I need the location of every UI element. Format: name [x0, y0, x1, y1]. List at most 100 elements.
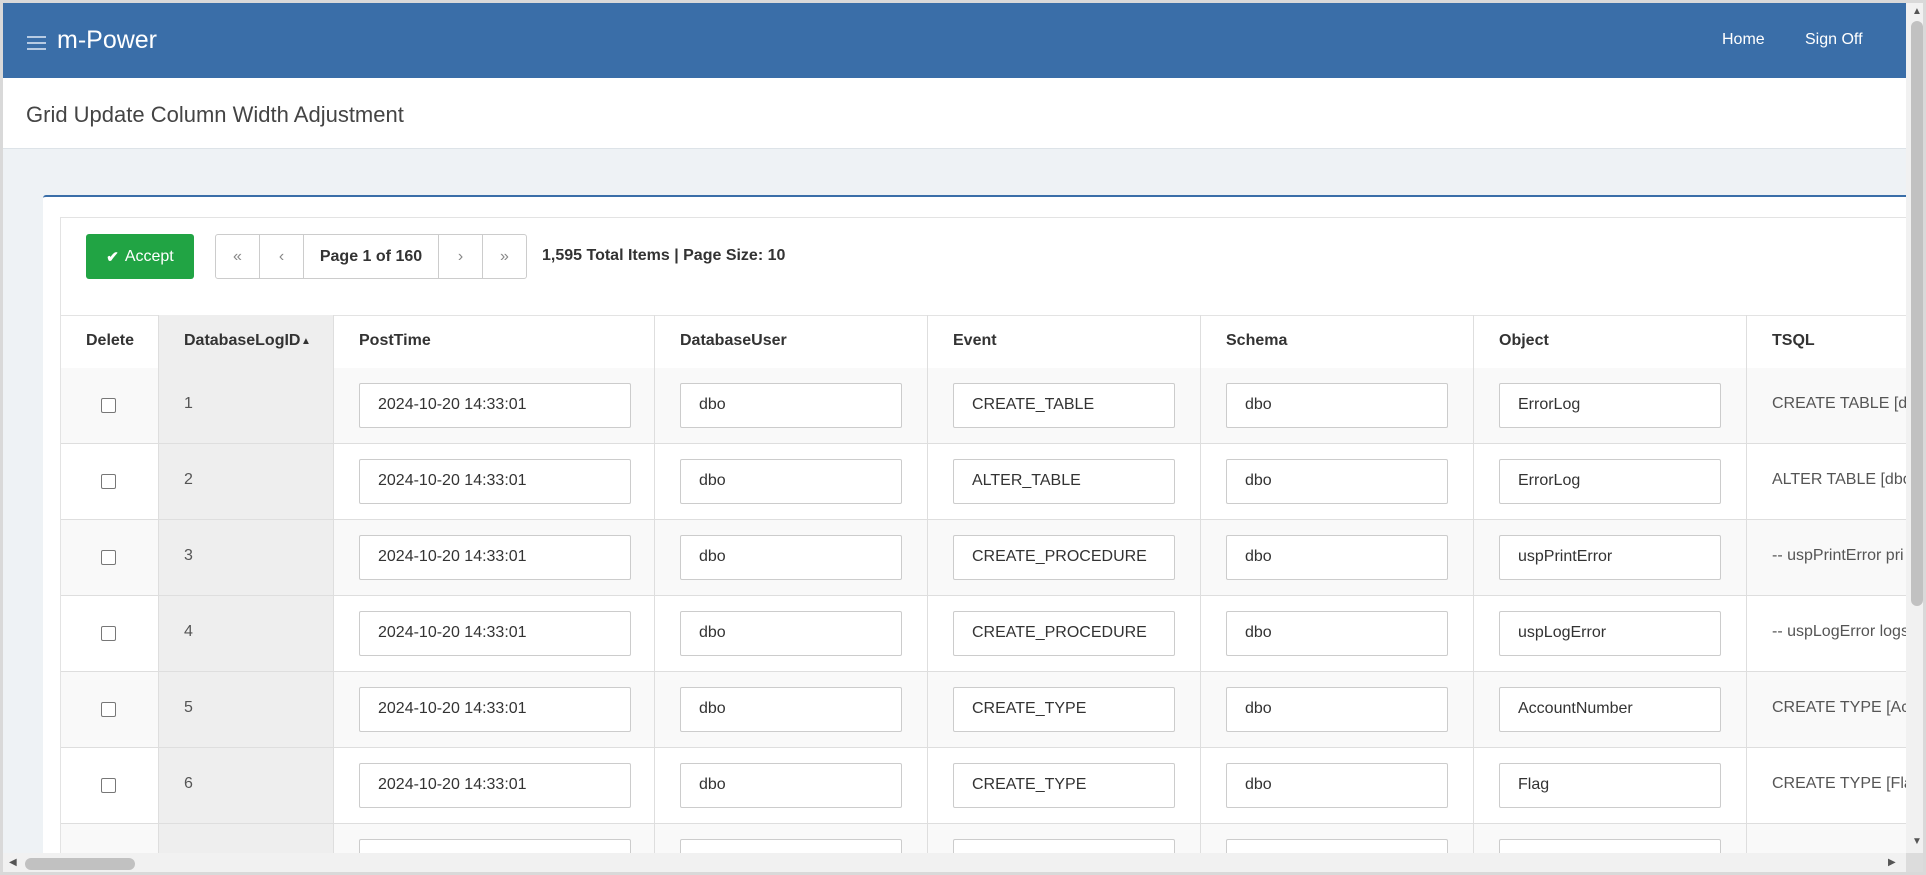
column-header-tsql[interactable]: TSQL	[1747, 315, 1923, 368]
delete-cell	[61, 444, 159, 519]
first-page-icon[interactable]: «	[216, 235, 260, 278]
delete-checkbox[interactable]	[101, 474, 116, 489]
user-cell: dbo	[655, 368, 928, 443]
schema-input[interactable]: dbo	[1226, 383, 1448, 428]
column-header-event[interactable]: Event	[928, 315, 1201, 368]
posttime-cell: 2024-10-20 14:33:01	[334, 368, 655, 443]
delete-cell	[61, 596, 159, 671]
posttime-input[interactable]: 2024-10-20 14:33:01	[359, 763, 631, 808]
user-cell: dbo	[655, 672, 928, 747]
tsql-value: CREATE TYPE [Ac	[1772, 699, 1910, 716]
brand-title[interactable]: m-Power	[57, 26, 157, 55]
object-input[interactable]: AccountNumber	[1499, 687, 1721, 732]
delete-checkbox[interactable]	[101, 550, 116, 565]
column-header-object[interactable]: Object	[1474, 315, 1747, 368]
nav-sign-off-link[interactable]: Sign Off	[1805, 31, 1863, 49]
schema-cell: dbo	[1201, 596, 1474, 671]
object-input[interactable]: uspPrintError	[1499, 535, 1721, 580]
delete-checkbox[interactable]	[101, 626, 116, 641]
event-input[interactable]: CREATE_TYPE	[953, 687, 1175, 732]
tsql-cell: -- uspPrintError pri	[1747, 520, 1923, 595]
event-input[interactable]: CREATE_TABLE	[953, 383, 1175, 428]
event-cell: CREATE_TYPE	[928, 748, 1201, 823]
vertical-scrollbar-thumb[interactable]	[1911, 21, 1923, 606]
nav-home-link[interactable]: Home	[1722, 31, 1765, 49]
event-input[interactable]: CREATE_TYPE	[953, 763, 1175, 808]
horizontal-scrollbar-thumb[interactable]	[25, 858, 135, 870]
delete-checkbox[interactable]	[101, 778, 116, 793]
schema-input[interactable]: dbo	[1226, 763, 1448, 808]
column-header-schema[interactable]: Schema	[1201, 315, 1474, 368]
hamburger-menu-icon[interactable]	[27, 36, 46, 50]
scroll-left-icon[interactable]: ◀	[9, 857, 17, 868]
databaseuser-input[interactable]: dbo	[680, 535, 902, 580]
delete-cell	[61, 672, 159, 747]
scroll-down-icon[interactable]: ▼	[1912, 836, 1922, 847]
schema-input[interactable]: dbo	[1226, 611, 1448, 656]
grid-header-row: Delete DatabaseLogID ▲ PostTime Database…	[61, 315, 1923, 369]
accept-button[interactable]: ✔ Accept	[86, 234, 194, 279]
event-input[interactable]: CREATE_PROCEDURE	[953, 611, 1175, 656]
databaselogid-cell: 3	[159, 520, 334, 595]
databaseuser-input[interactable]: dbo	[680, 687, 902, 732]
schema-input[interactable]: dbo	[1226, 459, 1448, 504]
databaselogid-cell: 4	[159, 596, 334, 671]
column-header-posttime[interactable]: PostTime	[334, 315, 655, 368]
table-row: 4 2024-10-20 14:33:01 dbo CREATE_PROCEDURE d…	[61, 596, 1923, 672]
object-input[interactable]: Flag	[1499, 763, 1721, 808]
databaseuser-input[interactable]: dbo	[680, 611, 902, 656]
last-page-icon[interactable]: »	[483, 235, 526, 278]
scrollbar-corner	[1906, 853, 1923, 872]
posttime-input[interactable]: 2024-10-20 14:33:01	[359, 535, 631, 580]
horizontal-scrollbar[interactable]: ◀ ▶	[3, 853, 1906, 872]
top-navbar: m-Power Home Sign Off	[3, 3, 1906, 78]
scroll-up-icon[interactable]: ▲	[1912, 6, 1922, 17]
object-cell: AccountNumber	[1474, 672, 1747, 747]
schema-cell: dbo	[1201, 444, 1474, 519]
tsql-cell: ALTER TABLE [dbo	[1747, 444, 1923, 519]
event-input[interactable]: ALTER_TABLE	[953, 459, 1175, 504]
event-input[interactable]: CREATE_PROCEDURE	[953, 535, 1175, 580]
databaselogid-value: 4	[184, 623, 193, 640]
column-header-databaselogid[interactable]: DatabaseLogID ▲	[159, 315, 334, 368]
delete-checkbox[interactable]	[101, 398, 116, 413]
column-header-databaseuser[interactable]: DatabaseUser	[655, 315, 928, 368]
total-items-text: 1,595 Total Items | Page Size: 10	[542, 247, 786, 264]
schema-input[interactable]: dbo	[1226, 687, 1448, 732]
grid-toolbar: ✔ Accept « ‹ Page 1 of 160 › » 1,595 Tot…	[61, 218, 1923, 316]
page-info: Page 1 of 160	[304, 235, 439, 278]
previous-page-icon[interactable]: ‹	[260, 235, 304, 278]
posttime-input[interactable]: 2024-10-20 14:33:01	[359, 687, 631, 732]
user-cell: dbo	[655, 520, 928, 595]
column-header-delete[interactable]: Delete	[61, 315, 159, 368]
schema-cell: dbo	[1201, 672, 1474, 747]
object-cell: Flag	[1474, 748, 1747, 823]
object-input[interactable]: ErrorLog	[1499, 459, 1721, 504]
databaseuser-input[interactable]: dbo	[680, 459, 902, 504]
user-cell: dbo	[655, 444, 928, 519]
posttime-cell: 2024-10-20 14:33:01	[334, 672, 655, 747]
table-row: 5 2024-10-20 14:33:01 dbo CREATE_TYPE dbo Acc…	[61, 672, 1923, 748]
grid-panel: ✔ Accept « ‹ Page 1 of 160 › » 1,595 Tot…	[43, 195, 1923, 872]
schema-cell: dbo	[1201, 520, 1474, 595]
schema-input[interactable]: dbo	[1226, 535, 1448, 580]
databaseuser-input[interactable]: dbo	[680, 383, 902, 428]
posttime-input[interactable]: 2024-10-20 14:33:01	[359, 459, 631, 504]
delete-checkbox[interactable]	[101, 702, 116, 717]
posttime-input[interactable]: 2024-10-20 14:33:01	[359, 383, 631, 428]
delete-cell	[61, 520, 159, 595]
posttime-input[interactable]: 2024-10-20 14:33:01	[359, 611, 631, 656]
page-title-bar: Grid Update Column Width Adjustment	[3, 78, 1906, 149]
page-title: Grid Update Column Width Adjustment	[26, 102, 404, 127]
event-cell: CREATE_TABLE	[928, 368, 1201, 443]
databaselogid-value: 6	[184, 775, 193, 792]
databaseuser-input[interactable]: dbo	[680, 763, 902, 808]
databaselogid-cell: 2	[159, 444, 334, 519]
scroll-right-icon[interactable]: ▶	[1888, 857, 1896, 868]
databaselogid-value: 1	[184, 395, 193, 412]
next-page-icon[interactable]: ›	[439, 235, 483, 278]
user-cell: dbo	[655, 596, 928, 671]
vertical-scrollbar[interactable]: ▲ ▼	[1906, 3, 1923, 853]
object-input[interactable]: uspLogError	[1499, 611, 1721, 656]
object-input[interactable]: ErrorLog	[1499, 383, 1721, 428]
